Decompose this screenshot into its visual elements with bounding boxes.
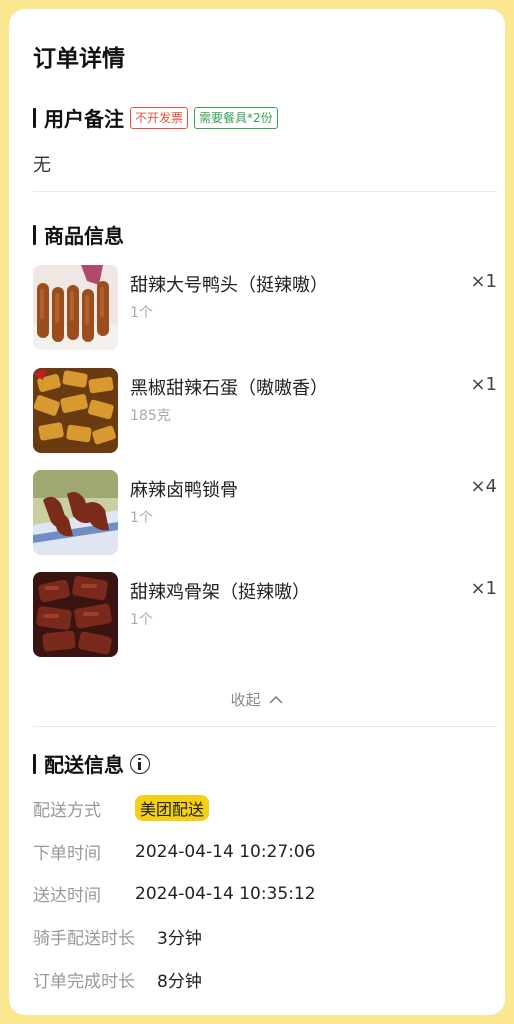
delivery-title: 配送信息: [44, 753, 124, 777]
arrive-time-row: 送达时间 2024-04-14 10:35:12: [33, 881, 316, 907]
tableware-tag: 需要餐具*2份: [194, 106, 278, 129]
divider: [33, 726, 497, 727]
remark-content: 无: [33, 155, 51, 176]
no-invoice-tag: 不开发票: [130, 106, 189, 129]
goods-section-header: 商品信息: [33, 220, 124, 249]
section-bar: [33, 107, 36, 128]
rider-duration-row: 骑手配送时长 3分钟: [33, 924, 202, 949]
goods-item[interactable]: 麻辣卤鸭锁骨 1个 ×4: [33, 470, 497, 556]
goods-item-qty: ×4: [470, 476, 497, 497]
goods-item-qty: ×1: [470, 578, 497, 599]
delivery-method-label: 配送方式: [33, 800, 101, 821]
goods-title: 商品信息: [44, 224, 124, 248]
duck-head-photo: [33, 265, 118, 350]
collapse-label: 收起: [230, 691, 261, 709]
order-time-value: 2024-04-14 10:27:06: [135, 841, 316, 862]
delivery-method-row: 配送方式 美团配送: [33, 795, 210, 821]
delivery-section-header: 配送信息: [33, 749, 150, 778]
goods-item[interactable]: 黑椒甜辣石蛋（嗷嗷香） 185克 ×1: [33, 368, 497, 454]
goods-item-name: 甜辣鸡骨架（挺辣嗷）: [130, 582, 310, 603]
goods-item-spec: 185克: [130, 408, 171, 424]
goods-item[interactable]: 甜辣大号鸭头（挺辣嗷） 1个 ×1: [33, 265, 497, 351]
chevron-up-icon: [269, 691, 283, 709]
goods-item-name: 黑椒甜辣石蛋（嗷嗷香）: [130, 378, 328, 399]
complete-duration-value: 8分钟: [157, 972, 202, 992]
chicken-frame-photo: [33, 572, 118, 657]
goods-item-spec: 1个: [130, 305, 153, 321]
stone-egg-photo: [33, 368, 118, 453]
duck-clavicle-photo: [33, 470, 118, 555]
order-time-row: 下单时间 2024-04-14 10:27:06: [33, 839, 316, 865]
goods-item-name: 麻辣卤鸭锁骨: [130, 480, 238, 501]
order-time-label: 下单时间: [33, 844, 101, 864]
goods-item-spec: 1个: [130, 510, 153, 526]
goods-item[interactable]: 甜辣鸡骨架（挺辣嗷） 1个 ×1: [33, 572, 497, 658]
remark-section-header: 用户备注 不开发票 需要餐具*2份: [33, 103, 278, 132]
collapse-button[interactable]: 收起: [0, 689, 514, 710]
goods-item-qty: ×1: [470, 374, 497, 395]
delivery-method-badge: 美团配送: [135, 795, 210, 821]
section-bar: [33, 753, 36, 774]
arrive-time-value: 2024-04-14 10:35:12: [135, 883, 316, 904]
remark-title: 用户备注: [44, 107, 124, 131]
order-detail-card: 订单详情 用户备注 不开发票 需要餐具*2份 无 商品信息 甜辣大号鸭头（挺辣嗷…: [9, 9, 505, 1015]
complete-duration-row: 订单完成时长 8分钟: [33, 967, 202, 992]
info-icon[interactable]: [130, 753, 150, 774]
page-title: 订单详情: [33, 46, 125, 72]
goods-item-name: 甜辣大号鸭头（挺辣嗷）: [130, 275, 328, 296]
complete-duration-label: 订单完成时长: [33, 972, 135, 992]
section-bar: [33, 224, 36, 245]
rider-duration-value: 3分钟: [157, 929, 202, 949]
divider: [33, 191, 497, 192]
goods-item-qty: ×1: [470, 271, 497, 292]
arrive-time-label: 送达时间: [33, 886, 101, 906]
rider-duration-label: 骑手配送时长: [33, 929, 135, 949]
goods-item-spec: 1个: [130, 612, 153, 628]
